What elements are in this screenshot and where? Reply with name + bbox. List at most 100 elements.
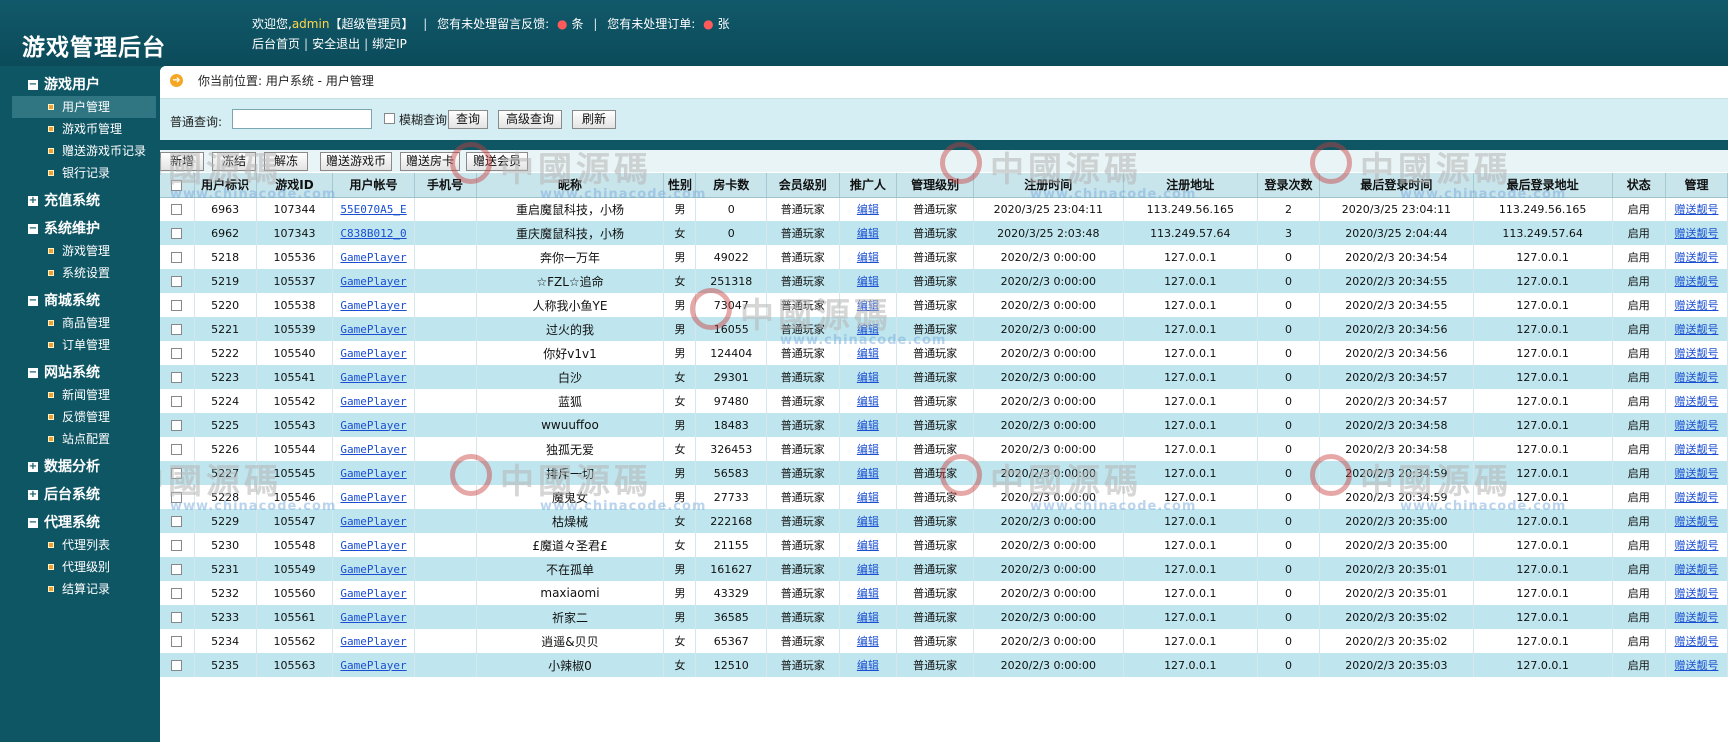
edit-link[interactable]: 编辑 [857,611,879,624]
gift-number-link[interactable]: 赠送靓号 [1674,227,1718,240]
gift-number-link[interactable]: 赠送靓号 [1674,323,1718,336]
row-checkbox[interactable] [171,396,183,407]
edit-link[interactable]: 编辑 [857,467,879,480]
account-link[interactable]: GamePlayer [340,491,406,504]
minus-icon[interactable]: − [28,224,38,234]
sidebar-item[interactable]: 赠送游戏币记录 [0,140,160,162]
gift-number-link[interactable]: 赠送靓号 [1674,299,1718,312]
edit-link[interactable]: 编辑 [857,587,879,600]
edit-link[interactable]: 编辑 [857,635,879,648]
refresh-button[interactable]: 刷新 [572,110,616,129]
gift-number-link[interactable]: 赠送靓号 [1674,467,1718,480]
row-checkbox[interactable] [171,612,183,623]
gift-number-link[interactable]: 赠送靓号 [1674,491,1718,504]
sidebar-item[interactable]: 代理级别 [0,556,160,578]
account-link[interactable]: GamePlayer [340,635,406,648]
account-link[interactable]: GamePlayer [340,539,406,552]
sidebar-item[interactable]: 银行记录 [0,162,160,184]
minus-icon[interactable]: − [28,80,38,90]
sidebar-item[interactable]: 站点配置 [0,428,160,450]
sidebar-item[interactable]: 反馈管理 [0,406,160,428]
account-link[interactable]: GamePlayer [340,251,406,264]
gift-vip-button[interactable]: 赠送会员 [466,152,528,171]
account-link[interactable]: GamePlayer [340,611,406,624]
row-checkbox[interactable] [171,252,183,263]
row-checkbox[interactable] [171,372,183,383]
sidebar-group[interactable]: + 后台系统 [0,484,160,506]
row-checkbox[interactable] [171,444,183,455]
edit-link[interactable]: 编辑 [857,227,879,240]
gift-number-link[interactable]: 赠送靓号 [1674,347,1718,360]
freeze-button[interactable]: 冻结 [212,152,256,171]
advanced-query-button[interactable]: 高级查询 [498,110,562,129]
unfreeze-button[interactable]: 解冻 [264,152,308,171]
edit-link[interactable]: 编辑 [857,371,879,384]
sidebar-group[interactable]: − 网站系统 [0,362,160,384]
gift-number-link[interactable]: 赠送靓号 [1674,563,1718,576]
sidebar-item[interactable]: 代理列表 [0,534,160,556]
sidebar-item[interactable]: 新闻管理 [0,384,160,406]
sidebar-group[interactable]: − 商城系统 [0,290,160,312]
row-checkbox[interactable] [171,564,183,575]
gift-number-link[interactable]: 赠送靓号 [1674,611,1718,624]
edit-link[interactable]: 编辑 [857,395,879,408]
account-link[interactable]: GamePlayer [340,299,406,312]
gift-number-link[interactable]: 赠送靓号 [1674,371,1718,384]
account-link[interactable]: GamePlayer [340,443,406,456]
account-link[interactable]: GamePlayer [340,659,406,672]
row-checkbox[interactable] [171,228,183,239]
edit-link[interactable]: 编辑 [857,491,879,504]
account-link[interactable]: GamePlayer [340,371,406,384]
sidebar-group[interactable]: + 充值系统 [0,190,160,212]
sidebar-group[interactable]: − 系统维护 [0,218,160,240]
sidebar-group[interactable]: − 代理系统 [0,512,160,534]
edit-link[interactable]: 编辑 [857,299,879,312]
row-checkbox[interactable] [171,300,183,311]
gift-number-link[interactable]: 赠送靓号 [1674,515,1718,528]
gift-coins-button[interactable]: 赠送游戏币 [320,152,392,171]
fuzzy-checkbox[interactable] [384,113,395,124]
row-checkbox[interactable] [171,420,183,431]
account-link[interactable]: GamePlayer [340,395,406,408]
minus-icon[interactable]: − [28,296,38,306]
account-link[interactable]: GamePlayer [340,347,406,360]
sidebar-item[interactable]: 结算记录 [0,578,160,600]
plus-icon[interactable]: + [28,196,38,206]
row-checkbox[interactable] [171,468,183,479]
gift-number-link[interactable]: 赠送靓号 [1674,395,1718,408]
query-button[interactable]: 查询 [448,110,488,129]
row-checkbox[interactable] [171,276,183,287]
gift-number-link[interactable]: 赠送靓号 [1674,659,1718,672]
minus-icon[interactable]: − [28,368,38,378]
account-link[interactable]: GamePlayer [340,515,406,528]
sidebar-item[interactable]: 游戏币管理 [0,118,160,140]
sidebar-item[interactable]: 用户管理 [12,96,156,118]
home-link[interactable]: 后台首页 [252,37,300,51]
row-checkbox[interactable] [171,492,183,503]
account-link[interactable]: GamePlayer [340,587,406,600]
sidebar-item[interactable]: 订单管理 [0,334,160,356]
row-checkbox[interactable] [171,540,183,551]
account-link[interactable]: GamePlayer [340,419,406,432]
edit-link[interactable]: 编辑 [857,659,879,672]
sidebar-item[interactable]: 游戏管理 [0,240,160,262]
row-checkbox[interactable] [171,636,183,647]
edit-link[interactable]: 编辑 [857,419,879,432]
bind-ip-link[interactable]: 绑定IP [372,37,407,51]
edit-link[interactable]: 编辑 [857,275,879,288]
row-checkbox[interactable] [171,204,183,216]
row-checkbox[interactable] [171,588,183,599]
account-link[interactable]: GamePlayer [340,563,406,576]
edit-link[interactable]: 编辑 [857,539,879,552]
gift-number-link[interactable]: 赠送靓号 [1674,275,1718,288]
row-checkbox[interactable] [171,324,183,335]
gift-number-link[interactable]: 赠送靓号 [1674,539,1718,552]
account-link[interactable]: GamePlayer [340,275,406,288]
edit-link[interactable]: 编辑 [857,347,879,360]
gift-roomcard-button[interactable]: 赠送房卡 [400,152,460,171]
edit-link[interactable]: 编辑 [857,203,879,216]
edit-link[interactable]: 编辑 [857,443,879,456]
row-checkbox[interactable] [171,516,183,527]
gift-number-link[interactable]: 赠送靓号 [1674,587,1718,600]
add-button[interactable]: 新增 [160,152,204,171]
